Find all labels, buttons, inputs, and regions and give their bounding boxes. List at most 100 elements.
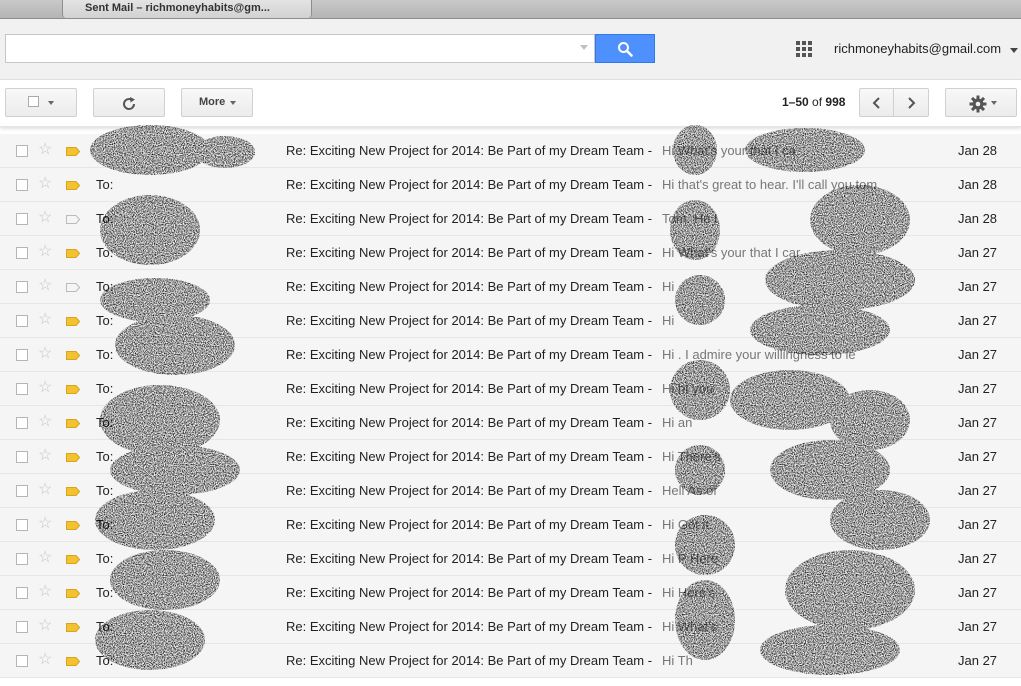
importance-marker-icon[interactable] — [66, 453, 80, 462]
mail-row[interactable]: ☆ To: Re: Exciting New Project for 2014: B… — [0, 440, 1021, 474]
row-checkbox[interactable] — [16, 553, 28, 565]
row-checkbox[interactable] — [16, 451, 28, 463]
mail-date: Jan 28 — [958, 177, 998, 192]
mail-row[interactable]: ☆ Re: Exciting New Project for 2014: Be P… — [0, 134, 1021, 168]
star-icon[interactable]: ☆ — [38, 413, 52, 431]
star-icon[interactable]: ☆ — [38, 379, 52, 397]
mail-row[interactable]: ☆ To: Re: Exciting New Project for 2014: B… — [0, 270, 1021, 304]
importance-marker-icon[interactable] — [66, 283, 80, 292]
star-icon[interactable]: ☆ — [38, 209, 52, 227]
star-icon[interactable]: ☆ — [38, 447, 52, 465]
account-menu-caret-icon[interactable] — [1010, 48, 1018, 53]
mail-sender: To: — [96, 517, 114, 532]
mail-snippet: Hi What's your that I car — [662, 245, 801, 260]
mail-date: Jan 27 — [958, 381, 998, 396]
star-icon[interactable]: ☆ — [38, 277, 52, 295]
browser-tab[interactable]: Sent Mail – richmoneyhabits@gm... — [62, 0, 312, 18]
mail-row[interactable]: ☆ To: Re: Exciting New Project for 2014: B… — [0, 168, 1021, 202]
select-checkbox[interactable] — [28, 96, 39, 107]
row-checkbox[interactable] — [16, 281, 28, 293]
settings-button[interactable] — [945, 88, 1017, 117]
mail-row[interactable]: ☆ To: Re: Exciting New Project for 2014: B… — [0, 236, 1021, 270]
star-icon[interactable]: ☆ — [38, 515, 52, 533]
mail-row[interactable]: ☆ To: Re: Exciting New Project for 2014: B… — [0, 406, 1021, 440]
importance-marker-icon[interactable] — [66, 555, 80, 564]
importance-marker-icon[interactable] — [66, 147, 80, 156]
search-button[interactable] — [595, 34, 655, 63]
mail-date: Jan 28 — [958, 211, 998, 226]
mail-row[interactable]: ☆ To: Re: Exciting New Project for 2014: B… — [0, 372, 1021, 406]
importance-marker-icon[interactable] — [66, 249, 80, 258]
mail-sender: To: — [96, 449, 114, 464]
importance-marker-icon[interactable] — [66, 589, 80, 598]
apps-grid-icon[interactable] — [796, 41, 812, 57]
mail-sender: To: — [96, 653, 114, 668]
row-checkbox[interactable] — [16, 179, 28, 191]
importance-marker-icon[interactable] — [66, 351, 80, 360]
mail-date: Jan 27 — [958, 653, 998, 668]
mail-snippet: Hi — [662, 279, 675, 294]
more-button[interactable]: More — [181, 88, 253, 117]
star-icon[interactable]: ☆ — [38, 175, 52, 193]
row-checkbox[interactable] — [16, 213, 28, 225]
mail-sender: To: — [96, 415, 114, 430]
search-options-caret-icon[interactable] — [580, 45, 588, 50]
row-checkbox[interactable] — [16, 383, 28, 395]
mail-row[interactable]: ☆ To: Re: Exciting New Project for 2014: B… — [0, 202, 1021, 236]
mail-row[interactable]: ☆ To: Re: Exciting New Project for 2014: B… — [0, 542, 1021, 576]
importance-marker-icon[interactable] — [66, 419, 80, 428]
star-icon[interactable]: ☆ — [38, 311, 52, 329]
gear-icon — [969, 95, 987, 113]
row-checkbox[interactable] — [16, 145, 28, 157]
row-checkbox[interactable] — [16, 655, 28, 667]
importance-marker-icon[interactable] — [66, 181, 80, 190]
star-icon[interactable]: ☆ — [38, 549, 52, 567]
star-icon[interactable]: ☆ — [38, 141, 52, 159]
newer-page-button[interactable] — [859, 88, 894, 117]
row-checkbox[interactable] — [16, 417, 28, 429]
mail-row[interactable]: ☆ To: Re: Exciting New Project for 2014: B… — [0, 576, 1021, 610]
importance-marker-icon[interactable] — [66, 657, 80, 666]
mail-subject: Re: Exciting New Project for 2014: Be Pa… — [286, 415, 653, 430]
star-icon[interactable]: ☆ — [38, 345, 52, 363]
row-checkbox[interactable] — [16, 485, 28, 497]
importance-marker-icon[interactable] — [66, 487, 80, 496]
mail-snippet: Hi Got it. — [662, 517, 713, 532]
row-checkbox[interactable] — [16, 247, 28, 259]
mail-subject: Re: Exciting New Project for 2014: Be Pa… — [286, 449, 653, 464]
mail-sender: To: — [96, 551, 114, 566]
row-checkbox[interactable] — [16, 519, 28, 531]
mail-subject: Re: Exciting New Project for 2014: Be Pa… — [286, 313, 653, 328]
mail-row[interactable]: ☆ To: Re: Exciting New Project for 2014: B… — [0, 644, 1021, 678]
row-checkbox[interactable] — [16, 315, 28, 327]
importance-marker-icon[interactable] — [66, 385, 80, 394]
mail-subject: Re: Exciting New Project for 2014: Be Pa… — [286, 381, 653, 396]
star-icon[interactable]: ☆ — [38, 243, 52, 261]
mail-row[interactable]: ☆ To: Re: Exciting New Project for 2014: B… — [0, 474, 1021, 508]
mail-row[interactable]: ☆ To: Re: Exciting New Project for 2014: B… — [0, 338, 1021, 372]
mail-row[interactable]: ☆ To: Re: Exciting New Project for 2014: B… — [0, 508, 1021, 542]
chevron-down-icon — [230, 101, 236, 105]
row-checkbox[interactable] — [16, 587, 28, 599]
row-checkbox[interactable] — [16, 349, 28, 361]
mail-row[interactable]: ☆ To: Re: Exciting New Project for 2014: B… — [0, 304, 1021, 338]
mail-sender: To: — [96, 619, 114, 634]
star-icon[interactable]: ☆ — [38, 583, 52, 601]
star-icon[interactable]: ☆ — [38, 651, 52, 669]
importance-marker-icon[interactable] — [66, 623, 80, 632]
importance-marker-icon[interactable] — [66, 215, 80, 224]
star-icon[interactable]: ☆ — [38, 617, 52, 635]
mail-row[interactable]: ☆ To: Re: Exciting New Project for 2014: B… — [0, 610, 1021, 644]
refresh-button[interactable] — [93, 88, 165, 117]
chevron-down-icon — [48, 101, 54, 105]
pager-total: 998 — [825, 95, 846, 109]
importance-marker-icon[interactable] — [66, 521, 80, 530]
star-icon[interactable]: ☆ — [38, 481, 52, 499]
search-input[interactable] — [5, 34, 595, 63]
importance-marker-icon[interactable] — [66, 317, 80, 326]
older-page-button[interactable] — [893, 88, 929, 117]
select-all-button[interactable] — [5, 88, 77, 117]
row-checkbox[interactable] — [16, 621, 28, 633]
mail-snippet: Hi What's your that I ca — [662, 143, 796, 158]
account-email[interactable]: richmoneyhabits@gmail.com — [834, 41, 1001, 56]
